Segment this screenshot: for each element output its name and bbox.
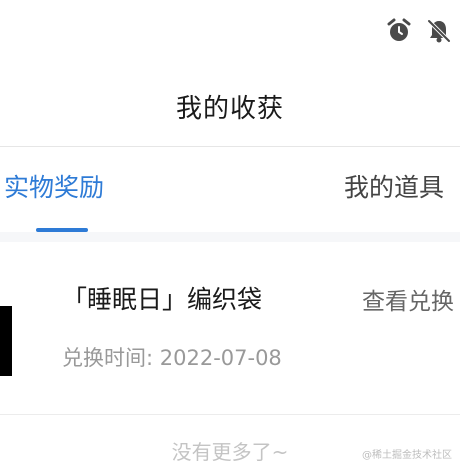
prize-name: 「睡眠日」编织袋: [62, 285, 263, 314]
notifications-off-icon: [426, 18, 452, 44]
view-redeem-button[interactable]: 查看兑换: [362, 282, 454, 316]
redeem-time: 兑换时间: 2022-07-08: [62, 346, 282, 370]
list-divider: [0, 414, 460, 415]
alarm-clock-icon: [386, 18, 412, 44]
page-title: 我的收获: [175, 94, 284, 124]
section-gap: [0, 232, 460, 242]
header-divider: [0, 146, 460, 147]
tab-physical-rewards[interactable]: 实物奖励: [4, 170, 104, 206]
tab-my-items[interactable]: 我的道具: [344, 170, 444, 206]
status-icons: [386, 18, 452, 44]
prize-thumbnail: [0, 306, 12, 376]
watermark: @稀土掘金技术社区: [362, 450, 452, 461]
prize-list-item: 「睡眠日」编织袋 查看兑换 兑换时间: 2022-07-08: [0, 242, 460, 414]
